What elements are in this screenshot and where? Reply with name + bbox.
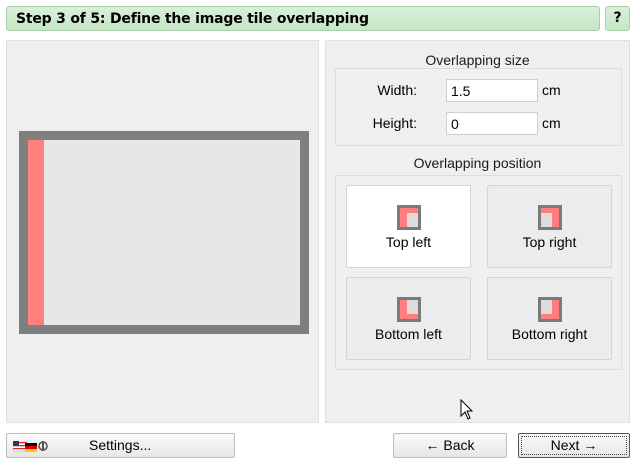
overlap-mark <box>399 208 418 213</box>
overlap-size-title: Overlapping size <box>425 52 530 68</box>
overlap-mark <box>540 314 559 319</box>
overlap-position-icon <box>396 297 421 322</box>
mouse-cursor-icon <box>460 399 474 420</box>
next-label: Next → <box>521 436 627 455</box>
height-unit: cm <box>542 115 561 131</box>
overlap-position-icon <box>537 297 562 322</box>
position-top-left-button[interactable]: Top left <box>346 185 471 268</box>
position-top-right-button[interactable]: Top right <box>487 185 612 268</box>
image-tile-preview <box>19 131 309 334</box>
overlap-size-group: Width: cm Height: cm <box>335 68 622 146</box>
settings-label: Settings... <box>89 437 152 453</box>
position-label: Top left <box>385 234 432 250</box>
overlap-position-group: Top left Top right Bottom left Bottom ri… <box>335 175 622 370</box>
width-input[interactable] <box>446 79 538 102</box>
overlap-settings-panel: Overlapping size Width: cm Height: cm Ov… <box>325 40 630 423</box>
overlap-mark <box>540 208 559 213</box>
width-label: Width: <box>377 82 417 98</box>
position-label: Bottom right <box>511 326 588 342</box>
back-label: ← Back <box>425 437 475 453</box>
position-label: Bottom left <box>375 326 442 342</box>
width-unit: cm <box>542 82 561 98</box>
height-input[interactable] <box>446 112 538 135</box>
page-title: Step 3 of 5: Define the image tile overl… <box>16 11 369 27</box>
position-bottom-right-button[interactable]: Bottom right <box>487 277 612 360</box>
height-label: Height: <box>372 115 417 131</box>
wizard-header: Step 3 of 5: Define the image tile overl… <box>6 6 600 31</box>
overlap-region <box>28 140 44 325</box>
position-label: Top right <box>522 234 577 250</box>
language-flags-icon <box>13 441 48 452</box>
back-button[interactable]: ← Back <box>393 433 507 458</box>
overlap-position-icon <box>537 205 562 230</box>
overlap-position-title: Overlapping position <box>413 155 542 171</box>
overlap-position-icon <box>396 205 421 230</box>
next-button[interactable]: Next → <box>518 433 630 458</box>
tile-preview-panel <box>6 40 319 423</box>
position-bottom-left-button[interactable]: Bottom left <box>346 277 471 360</box>
settings-button[interactable]: Settings... <box>6 433 235 458</box>
overlap-mark <box>399 314 418 319</box>
help-button[interactable]: ? <box>605 6 630 31</box>
